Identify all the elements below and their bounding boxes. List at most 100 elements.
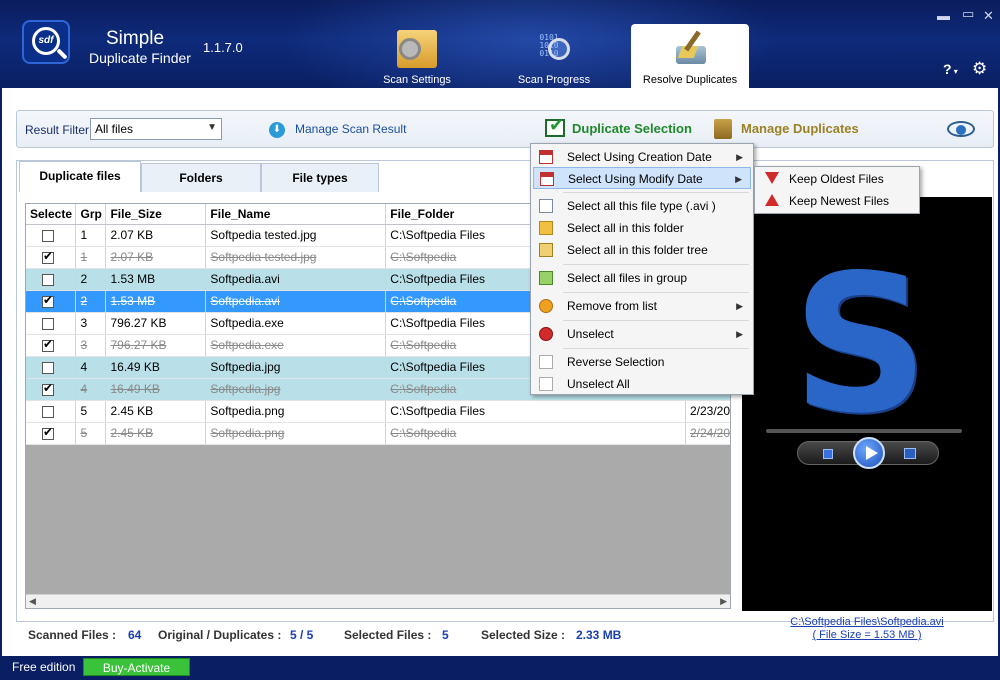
buy-activate-button[interactable]: Buy-Activate <box>83 658 190 676</box>
selected-files-value: 5 <box>442 628 449 642</box>
preview-file-size-link[interactable]: ( File Size = 1.53 MB ) <box>752 629 982 641</box>
arrow-up-icon <box>765 194 779 206</box>
scroll-right-icon[interactable]: ▶ <box>720 596 727 607</box>
chevron-right-icon: ▶ <box>736 301 743 311</box>
tab-label: Resolve Duplicates <box>642 74 738 86</box>
column-header[interactable]: Grp <box>75 204 107 225</box>
menu-item-modify-date[interactable]: Select Using Modify Date ▶ <box>533 167 751 189</box>
menu-item-select-folder-tree[interactable]: Select all in this folder tree <box>533 239 751 261</box>
seek-bar[interactable] <box>766 429 962 433</box>
menu-item-select-file-type[interactable]: Select all this file type (.avi ) <box>533 195 751 217</box>
tab-file-types[interactable]: File types <box>261 163 379 192</box>
size-cell: 796.27 KB <box>105 312 207 335</box>
row-checkbox[interactable] <box>42 425 54 440</box>
select-cell[interactable] <box>26 246 77 269</box>
select-cell[interactable] <box>26 378 77 401</box>
tab-folders[interactable]: Folders <box>141 163 261 192</box>
edition-label: Free edition <box>12 660 76 674</box>
column-header[interactable]: File_Name <box>205 204 387 225</box>
select-cell[interactable] <box>26 334 77 357</box>
row-checkbox[interactable] <box>42 317 54 330</box>
column-header[interactable]: File_Size <box>105 204 207 225</box>
play-icon[interactable] <box>853 437 885 469</box>
close-button[interactable]: ✕ <box>983 8 994 24</box>
size-cell: 16.49 KB <box>105 356 207 379</box>
row-checkbox[interactable] <box>42 381 54 396</box>
minimize-button[interactable]: ▬ <box>937 8 950 23</box>
folder-cell: C:\Softpedia <box>385 422 686 445</box>
menu-item-label: Select Using Modify Date <box>568 172 703 186</box>
tab-scan-progress[interactable]: 0101 1010 0110 Scan Progress <box>494 24 614 88</box>
tab-resolve-duplicates[interactable]: Resolve Duplicates <box>631 24 749 88</box>
row-checkbox[interactable] <box>42 293 54 308</box>
select-cell[interactable] <box>26 312 77 335</box>
preview-file-path-link[interactable]: C:\Softpedia Files\Softpedia.avi <box>752 616 982 628</box>
row-checkbox[interactable] <box>42 229 54 242</box>
scroll-left-icon[interactable]: ◀ <box>29 596 36 607</box>
gear-icon[interactable]: ⚙ <box>972 59 987 79</box>
menu-item-select-group[interactable]: Select all files in group <box>533 267 751 289</box>
tab-label: Scan Settings <box>383 74 451 86</box>
row-checkbox[interactable] <box>42 405 54 418</box>
horizontal-scrollbar[interactable]: ◀ ▶ <box>26 594 730 608</box>
manage-scan-result-link[interactable]: Manage Scan Result <box>295 122 406 136</box>
select-cell[interactable] <box>26 268 77 291</box>
help-button[interactable]: ? ▾ <box>943 61 958 77</box>
remove-icon <box>539 299 553 313</box>
select-cell[interactable] <box>26 224 77 247</box>
size-cell: 796.27 KB <box>105 334 207 357</box>
menu-separator <box>563 348 749 349</box>
result-filter-select[interactable]: All files ▼ <box>90 118 222 140</box>
app-name: Simple <box>106 28 165 49</box>
select-cell[interactable] <box>26 290 77 313</box>
grp-cell: 3 <box>75 312 107 335</box>
menu-item-select-folder[interactable]: Select all in this folder <box>533 217 751 239</box>
app-header: sdf Simple Duplicate Finder 1.1.7.0 Scan… <box>0 0 1000 88</box>
stop-icon[interactable] <box>823 449 833 459</box>
menu-item-label: Select all files in group <box>567 271 688 285</box>
menu-item-remove-from-list[interactable]: Remove from list ▶ <box>533 295 751 317</box>
maximize-button[interactable]: ▭ <box>962 6 974 22</box>
tab-duplicate-files[interactable]: Duplicate files <box>19 161 141 192</box>
select-cell[interactable] <box>26 356 77 379</box>
size-cell: 1.53 MB <box>105 290 207 313</box>
menu-item-unselect-all[interactable]: Unselect All <box>533 373 751 395</box>
manage-duplicates-button[interactable]: Manage Duplicates <box>741 121 859 136</box>
row-checkbox[interactable] <box>42 337 54 352</box>
name-cell: Softpedia tested.jpg <box>205 224 387 247</box>
menu-item-label: Remove from list <box>567 299 658 313</box>
menu-item-unselect[interactable]: Unselect ▶ <box>533 323 751 345</box>
menu-item-keep-newest[interactable]: Keep Newest Files <box>757 190 917 212</box>
column-header[interactable]: Selecte <box>26 204 77 225</box>
menu-item-reverse-selection[interactable]: Reverse Selection <box>533 351 751 373</box>
tab-scan-settings[interactable]: Scan Settings <box>357 24 477 88</box>
duplicate-selection-button[interactable]: Duplicate Selection <box>572 121 692 136</box>
calendar-icon <box>540 172 554 186</box>
results-panel: Duplicate files Folders File types Selec… <box>16 160 994 622</box>
menu-item-keep-oldest[interactable]: Keep Oldest Files <box>757 168 917 190</box>
size-cell: 2.45 KB <box>105 400 207 423</box>
checkbox-check-icon[interactable] <box>545 115 565 137</box>
menu-item-creation-date[interactable]: Select Using Creation Date ▶ <box>533 146 751 168</box>
eye-icon[interactable] <box>947 121 975 137</box>
grp-cell: 4 <box>75 356 107 379</box>
menu-item-label: Select all in this folder tree <box>567 243 708 257</box>
select-cell[interactable] <box>26 400 77 423</box>
folder-icon <box>539 221 553 235</box>
trash-icon[interactable] <box>714 119 732 139</box>
table-row[interactable]: 5 2.45 KB Softpedia.png C:\Softpedia 2/2… <box>26 422 730 445</box>
result-toolbar: Result Filter All files ▼ ⬇ Manage Scan … <box>16 110 994 148</box>
row-checkbox[interactable] <box>42 273 54 286</box>
row-checkbox[interactable] <box>42 361 54 374</box>
fullscreen-icon[interactable] <box>904 448 916 459</box>
download-icon[interactable]: ⬇ <box>269 122 285 138</box>
settings-folder-icon <box>397 30 437 68</box>
name-cell: Softpedia.exe <box>205 312 387 335</box>
chevron-down-icon: ▼ <box>207 122 217 133</box>
menu-separator <box>563 292 749 293</box>
scanned-label: Scanned Files : <box>28 628 117 642</box>
table-row[interactable]: 5 2.45 KB Softpedia.png C:\Softpedia Fil… <box>26 400 730 423</box>
select-cell[interactable] <box>26 422 77 445</box>
name-cell: Softpedia.jpg <box>205 356 387 379</box>
row-checkbox[interactable] <box>42 249 54 264</box>
